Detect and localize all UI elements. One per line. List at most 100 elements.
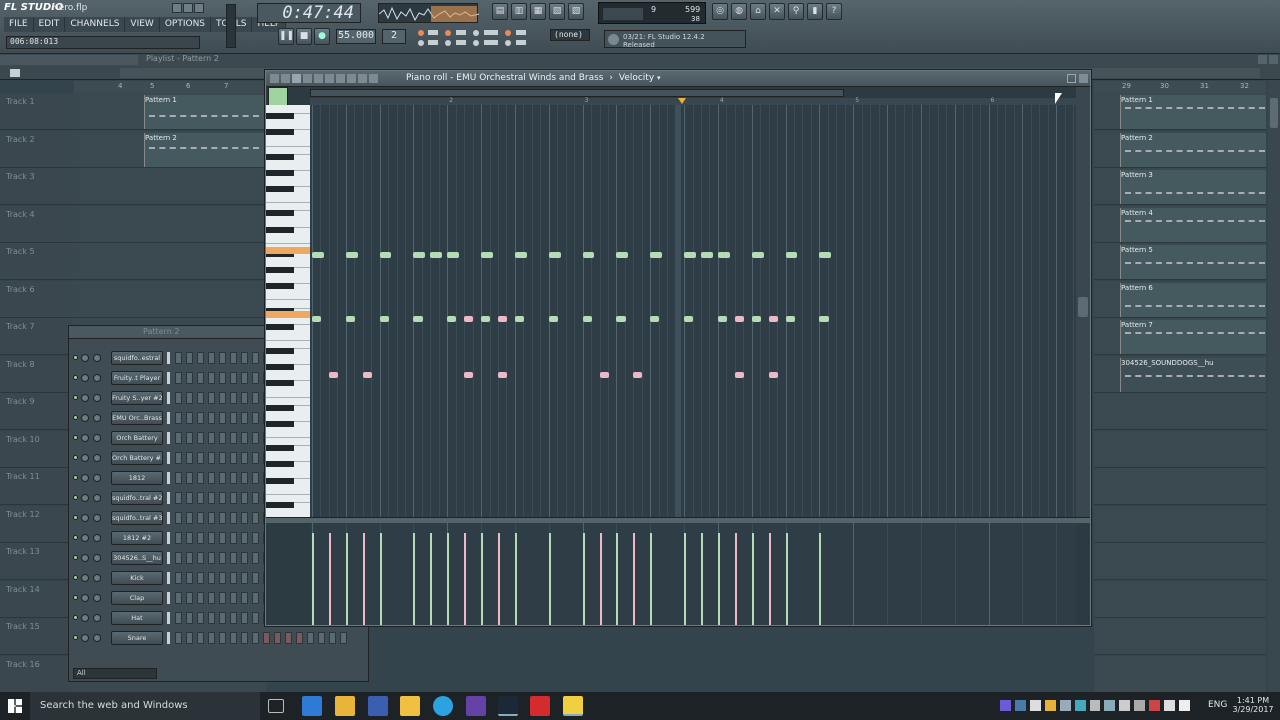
step-button[interactable] [241,372,248,384]
disk-icon[interactable]: ⌂ [750,3,766,20]
step-button[interactable] [175,592,182,604]
pan-knob-icon[interactable] [81,494,89,502]
skype-icon[interactable] [433,696,453,716]
pattern-picker-icon[interactable] [10,69,20,77]
volume-knob-icon[interactable] [93,474,101,482]
note[interactable] [785,252,798,258]
step-button[interactable] [241,532,248,544]
plugin-icon[interactable]: ⚲ [788,3,804,20]
note[interactable] [312,252,324,258]
pattern-clip-right[interactable]: Pattern 6 [1120,282,1266,317]
note[interactable] [768,372,778,378]
note[interactable] [684,316,694,322]
channel-select-marker[interactable] [167,572,170,584]
step-button[interactable] [219,412,226,424]
step-button[interactable] [186,492,193,504]
channel-name-button[interactable]: EMU Orc..Brass [111,411,163,425]
step-button[interactable] [175,392,182,404]
channel-select-marker[interactable] [167,612,170,624]
velocity-bar[interactable] [379,533,382,625]
playlist-icon[interactable]: ▤ [492,3,508,20]
velocity-bar[interactable] [751,533,754,625]
menu-channels[interactable]: CHANNELS [65,17,126,32]
pattern-clip-right[interactable]: Pattern 7 [1120,320,1266,354]
step-button[interactable] [219,452,226,464]
note[interactable] [819,316,829,322]
step-button[interactable] [208,452,215,464]
note[interactable] [548,252,561,258]
step-button[interactable] [208,592,215,604]
tray-icon-2[interactable] [1014,700,1026,711]
channel-led-icon[interactable] [73,375,78,380]
channel-led-icon[interactable] [73,495,78,500]
black-key[interactable] [266,210,294,217]
step-button[interactable] [186,612,193,624]
step-button[interactable] [175,352,182,364]
step-button[interactable] [230,452,237,464]
mixer-icon[interactable]: ▧ [549,3,565,20]
step-button[interactable] [252,552,259,564]
step-button[interactable] [241,492,248,504]
channel-name-button[interactable]: Hat [111,611,163,625]
step-button[interactable] [219,612,226,624]
step-button[interactable] [252,572,259,584]
step-button[interactable] [230,472,237,484]
step-button[interactable] [318,632,325,644]
channel-name-button[interactable]: Orch Battery #2 [111,451,163,465]
step-button[interactable] [186,392,193,404]
tray-icon-11[interactable] [1149,700,1161,711]
pan-knob-icon[interactable] [81,414,89,422]
track-row-right[interactable] [1094,468,1266,505]
pan-knob-icon[interactable] [81,554,89,562]
playlist-maximize-icon[interactable] [1258,55,1267,64]
mute-icon[interactable] [325,74,334,83]
channel-name-button[interactable]: 304526..S__hu [111,551,163,565]
step-button[interactable] [219,392,226,404]
channel-select-marker[interactable] [167,392,170,404]
clock[interactable]: 1:41 PM 3/29/2017 [1232,696,1274,714]
note[interactable] [734,316,744,322]
step-button[interactable] [175,612,182,624]
step-button[interactable] [241,572,248,584]
hint-bar[interactable]: 03/21: FL Studio 12.4.2 Released [604,30,746,49]
step-button[interactable] [230,352,237,364]
playhead-marker[interactable] [678,98,686,104]
step-button[interactable] [208,552,215,564]
note[interactable] [481,252,493,258]
note[interactable] [362,372,372,378]
pan-knob-icon[interactable] [81,434,89,442]
velocity-bar[interactable] [684,533,687,625]
step-button[interactable] [197,372,204,384]
note[interactable] [413,316,423,322]
master-volume-slider[interactable] [226,4,236,48]
channel-select-marker[interactable] [167,552,170,564]
step-button[interactable] [230,592,237,604]
channel-rack-icon[interactable]: ▦ [530,3,546,20]
channel-led-icon[interactable] [73,515,78,520]
step-button[interactable] [175,372,182,384]
channel-select-marker[interactable] [167,632,170,644]
track-header[interactable]: Track 12 [0,505,74,543]
steam-icon[interactable] [498,696,518,716]
step-button[interactable] [197,512,204,524]
menu-options[interactable]: OPTIONS [159,17,212,32]
channel-name-button[interactable]: Clap [111,591,163,605]
black-key[interactable] [266,445,294,452]
volume-knob-icon[interactable] [93,354,101,362]
note[interactable] [481,316,491,322]
step-button[interactable] [274,632,281,644]
velocity-bar[interactable] [768,533,771,625]
step-button[interactable] [252,612,259,624]
song-time-display[interactable]: 0:47:44 [257,3,361,23]
step-button[interactable] [197,632,204,644]
note[interactable] [599,372,609,378]
note[interactable] [700,252,713,258]
play-icon[interactable] [369,74,378,83]
step-button[interactable] [252,352,259,364]
step-button[interactable] [197,432,204,444]
black-key[interactable] [266,226,294,233]
step-button[interactable] [241,552,248,564]
volume-knob-icon[interactable] [93,454,101,462]
tray-icon-5[interactable] [1059,700,1071,711]
channel-name-button[interactable]: Fruity S..yer #2 [111,391,163,405]
